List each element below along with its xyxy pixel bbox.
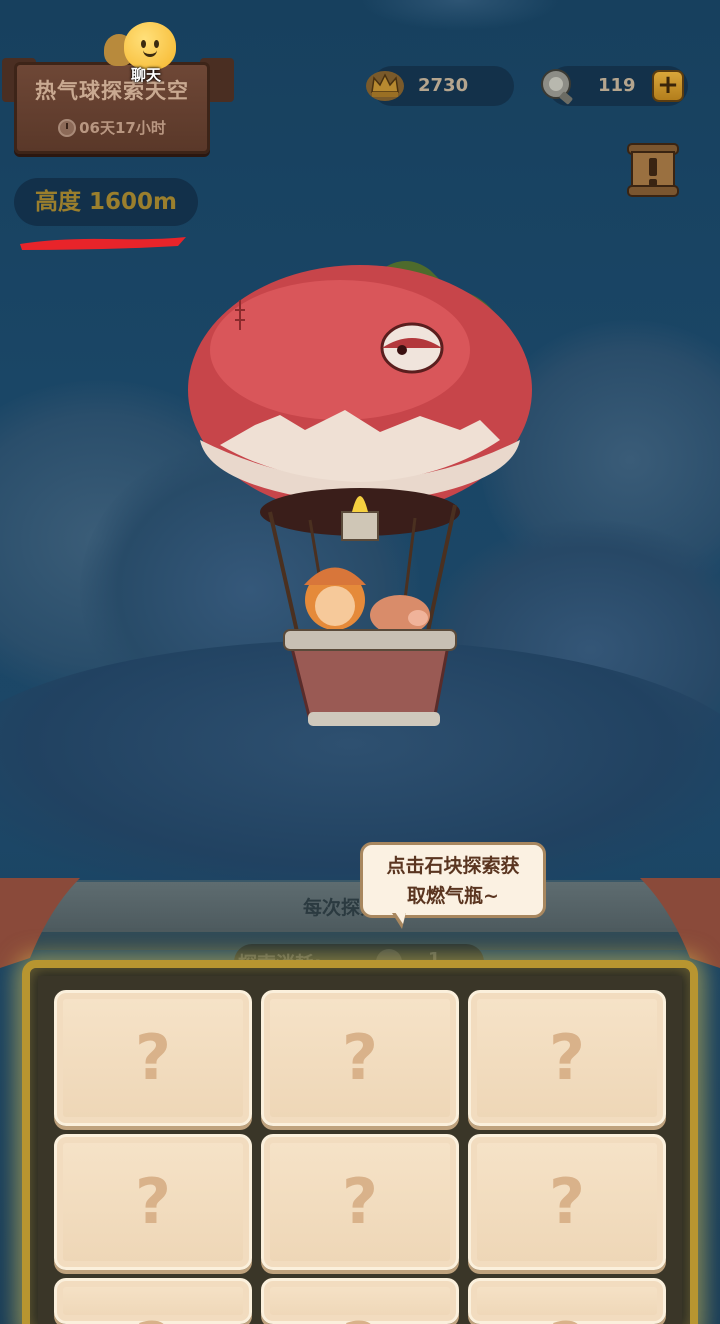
- stone-tile[interactable]: ?: [261, 1134, 459, 1270]
- stone-tile[interactable]: ?: [468, 1134, 666, 1270]
- tooltip-line-2: 取燃气瓶~: [407, 885, 499, 907]
- tooltip-line-1: 点击石块探索获: [386, 855, 520, 877]
- question-mark-icon: ?: [549, 1021, 585, 1094]
- tooltip-tail-fill: [395, 912, 406, 924]
- question-mark-icon: ?: [471, 1311, 663, 1324]
- red-annotation-underline: [20, 237, 186, 250]
- gas-tank-icon: [541, 69, 573, 105]
- stone-tile[interactable]: ?: [54, 990, 252, 1126]
- curtain-right: [640, 878, 720, 968]
- question-mark-icon: ?: [549, 1165, 585, 1238]
- question-mark-icon: ?: [342, 1165, 378, 1238]
- curtain-left: [0, 878, 80, 968]
- clock-icon: [58, 119, 77, 137]
- scroll-exclamation-icon[interactable]: [624, 140, 682, 200]
- event-countdown: 06天17小时: [17, 117, 207, 138]
- event-countdown-text: 06天17小时: [79, 119, 166, 137]
- crown-value: 2730: [418, 75, 469, 96]
- question-mark-icon: ?: [135, 1165, 171, 1238]
- chat-label: 聊天: [130, 66, 161, 84]
- stone-tile[interactable]: ?: [468, 1278, 666, 1324]
- question-mark-icon: ?: [342, 1021, 378, 1094]
- hot-air-balloon: [188, 261, 532, 726]
- game-screen: 热气球探索天空 06天17小时 聊天 2730 119 + 高度 1600m ?…: [0, 0, 720, 1324]
- tooltip: 点击石块探索获 取燃气瓶~: [360, 842, 546, 918]
- gas-counter: 119 +: [541, 66, 688, 106]
- stone-tile[interactable]: ?: [261, 1278, 459, 1324]
- stone-tile[interactable]: ?: [54, 1134, 252, 1270]
- add-gas-button[interactable]: +: [652, 70, 684, 102]
- altitude-indicator: 高度 1600m: [14, 178, 198, 226]
- question-mark-icon: ?: [57, 1311, 249, 1324]
- chat-button[interactable]: 聊天: [104, 20, 180, 84]
- chat-bubble-face-icon: [124, 22, 176, 70]
- crown-icon: [366, 71, 404, 101]
- question-mark-icon: ?: [135, 1021, 171, 1094]
- stone-tile[interactable]: ?: [54, 1278, 252, 1324]
- cloud: [360, 0, 560, 30]
- stone-tile[interactable]: ?: [468, 990, 666, 1126]
- plus-icon: +: [657, 70, 679, 100]
- question-mark-icon: ?: [264, 1311, 456, 1324]
- gas-value: 119: [598, 75, 636, 96]
- stone-tile[interactable]: ?: [261, 990, 459, 1126]
- crown-counter: 2730: [366, 66, 514, 106]
